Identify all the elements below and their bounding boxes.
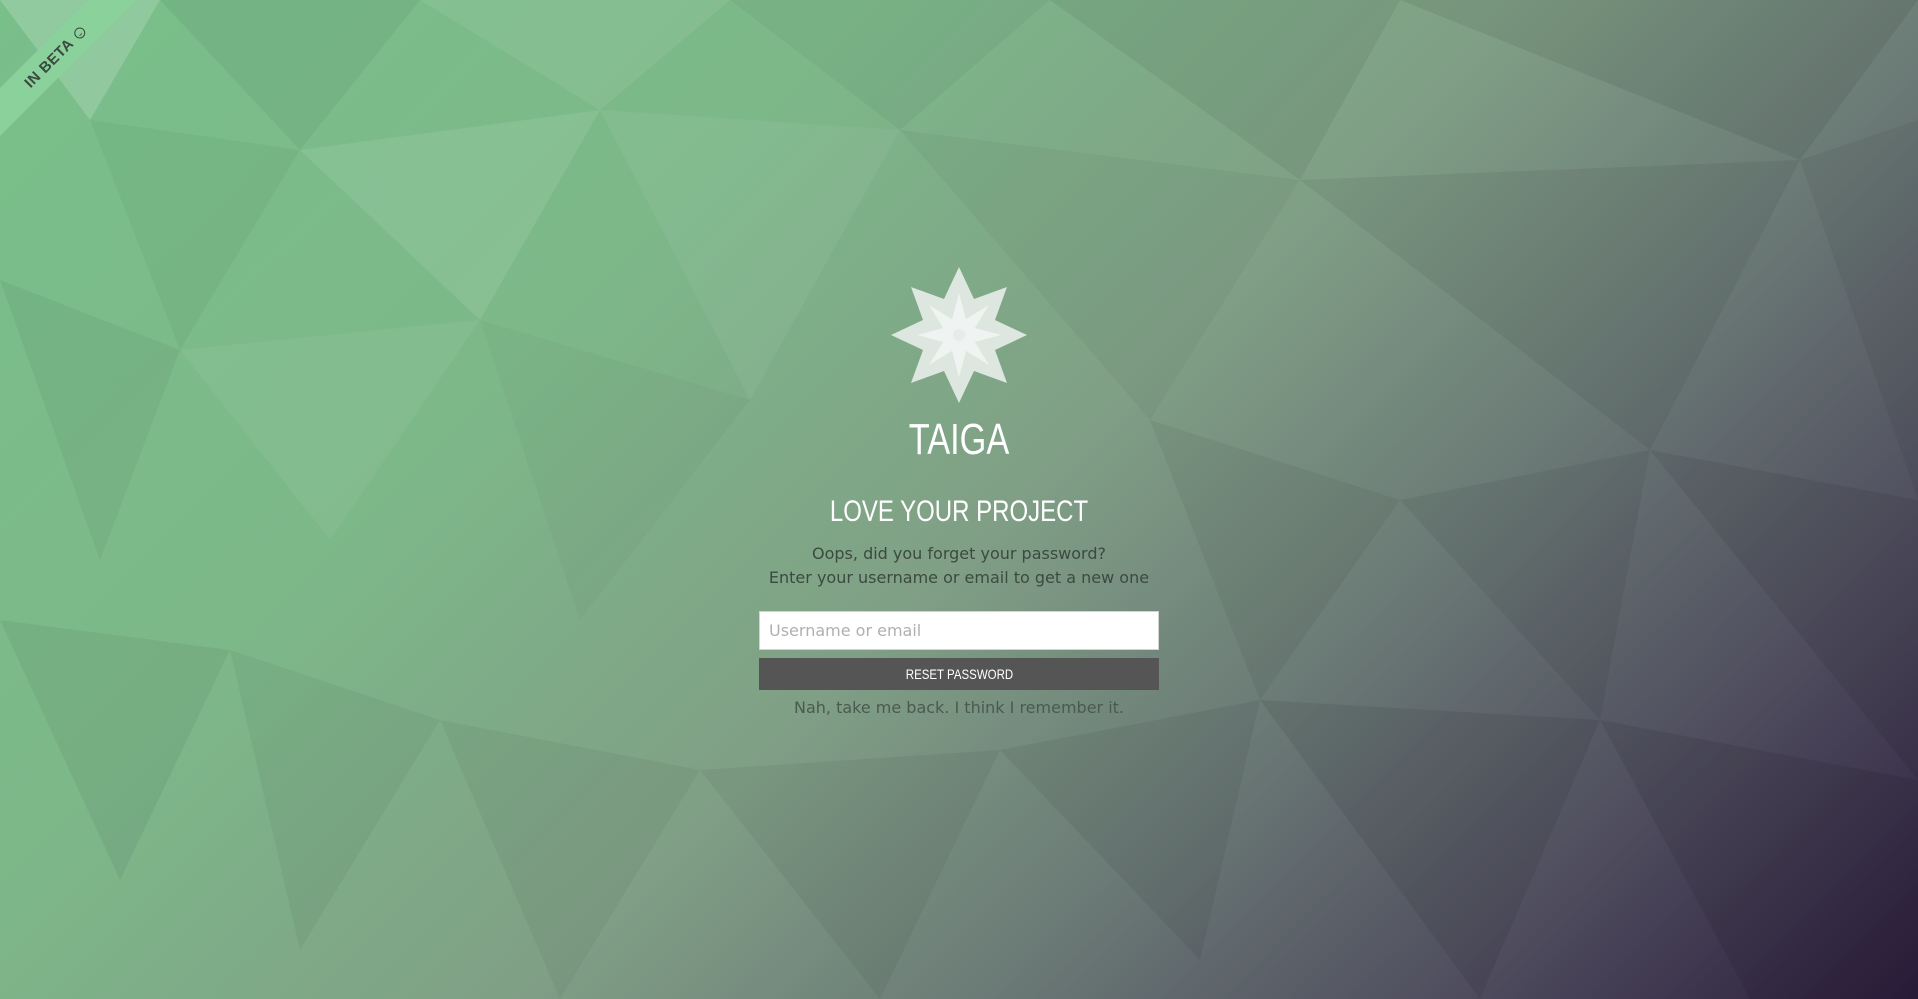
reset-password-button-label: RESET PASSWORD: [905, 666, 1013, 682]
tagline: LOVE YOUR PROJECT: [829, 495, 1089, 528]
username-or-email-input[interactable]: [759, 611, 1159, 650]
taiga-logo-icon: [891, 267, 1027, 403]
message-line-2: Enter your username or email to get a ne…: [768, 568, 1150, 587]
reset-password-button[interactable]: RESET PASSWORD: [759, 658, 1159, 690]
login-page: IN BETA TAIGA LOVE YOUR PROJECT Oops, di…: [0, 0, 1918, 999]
reset-instructions: Oops, did you forget your password? Ente…: [659, 542, 1259, 590]
message-line-1: Oops, did you forget your password?: [812, 544, 1106, 563]
back-to-login-link[interactable]: Nah, take me back. I think I remember it…: [709, 696, 1209, 720]
reset-password-panel: TAIGA LOVE YOUR PROJECT Oops, did you fo…: [0, 0, 1918, 999]
app-name: TAIGA: [908, 415, 1010, 464]
